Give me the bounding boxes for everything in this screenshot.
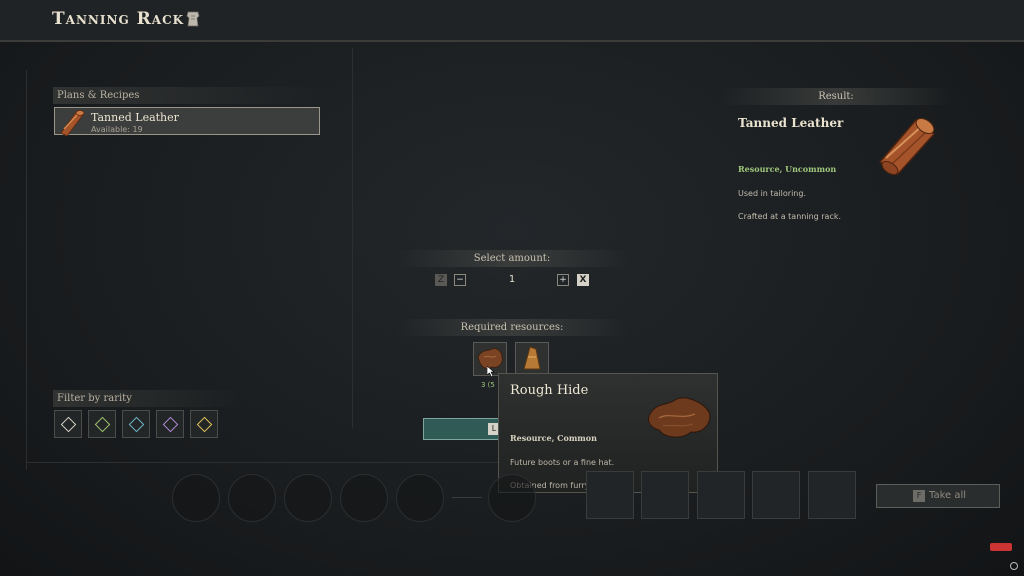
output-slot[interactable] bbox=[228, 474, 276, 522]
result-desc-2: Crafted at a tanning rack. bbox=[738, 212, 842, 221]
result-name: Tanned Leather bbox=[738, 116, 844, 130]
amount-key-hint: Z bbox=[435, 274, 447, 286]
amount-value[interactable]: 1 bbox=[500, 274, 524, 285]
filter-header: Filter by rarity bbox=[53, 390, 241, 407]
rarity-filter-common[interactable] bbox=[54, 410, 82, 438]
result-header: Result: bbox=[720, 88, 952, 105]
tooltip-type: Resource, Common bbox=[510, 433, 597, 443]
output-slot[interactable] bbox=[586, 471, 634, 519]
output-slot[interactable] bbox=[340, 474, 388, 522]
output-slot[interactable] bbox=[697, 471, 745, 519]
output-slot[interactable] bbox=[808, 471, 856, 519]
output-slot[interactable] bbox=[488, 474, 536, 522]
decrease-amount-button[interactable]: − bbox=[454, 274, 466, 286]
increase-amount-button[interactable]: + bbox=[557, 274, 569, 286]
resource-slot-tannin[interactable] bbox=[515, 342, 549, 376]
take-all-button[interactable]: F Take all bbox=[876, 484, 1000, 508]
output-slot[interactable] bbox=[752, 471, 800, 519]
diamond-icon bbox=[94, 416, 110, 432]
tannin-icon bbox=[523, 346, 541, 370]
settings-icon bbox=[1010, 562, 1018, 570]
resources-header: Required resources: bbox=[396, 319, 628, 336]
hide-icon bbox=[186, 11, 200, 27]
resource-count: 3 (5 bbox=[481, 381, 495, 389]
rarity-filter-legendary[interactable] bbox=[190, 410, 218, 438]
tooltip-desc-1: Future boots or a fine hat. bbox=[510, 458, 615, 467]
tooltip-title: Rough Hide bbox=[510, 383, 589, 398]
result-type: Resource, Uncommon bbox=[738, 164, 837, 174]
output-slot[interactable] bbox=[641, 471, 689, 519]
diamond-icon bbox=[162, 416, 178, 432]
recipe-name: Tanned Leather bbox=[91, 111, 179, 124]
slot-separator bbox=[452, 497, 482, 498]
rough-hide-icon bbox=[648, 397, 711, 438]
output-slot[interactable] bbox=[172, 474, 220, 522]
window-title: Tanning Rack bbox=[52, 9, 185, 29]
cursor-icon bbox=[487, 366, 495, 377]
diamond-icon bbox=[128, 416, 144, 432]
rarity-filter-uncommon[interactable] bbox=[88, 410, 116, 438]
plans-header: Plans & Recipes bbox=[53, 87, 321, 104]
take-all-key-hint: F bbox=[913, 490, 925, 502]
diamond-icon bbox=[60, 416, 76, 432]
leather-roll-icon bbox=[60, 110, 85, 137]
output-slot[interactable] bbox=[284, 474, 332, 522]
bottom-divider bbox=[26, 462, 526, 463]
result-desc-1: Used in tailoring. bbox=[738, 189, 806, 198]
center-divider bbox=[352, 48, 353, 428]
diamond-icon bbox=[196, 416, 212, 432]
craft-button[interactable]: L bbox=[423, 418, 503, 440]
output-slot[interactable] bbox=[396, 474, 444, 522]
take-all-label: Take all bbox=[929, 490, 967, 501]
recipe-item-tanned-leather[interactable]: Tanned Leather Available: 19 bbox=[54, 107, 320, 137]
rarity-filter-row bbox=[54, 410, 218, 438]
left-border bbox=[26, 70, 27, 470]
leather-roll-icon bbox=[878, 117, 936, 176]
max-amount-key[interactable]: X bbox=[577, 274, 589, 286]
record-badge-icon bbox=[990, 543, 1012, 551]
rarity-filter-epic[interactable] bbox=[156, 410, 184, 438]
amount-header: Select amount: bbox=[396, 250, 628, 267]
recipe-available: Available: 19 bbox=[91, 125, 143, 134]
rarity-filter-rare[interactable] bbox=[122, 410, 150, 438]
